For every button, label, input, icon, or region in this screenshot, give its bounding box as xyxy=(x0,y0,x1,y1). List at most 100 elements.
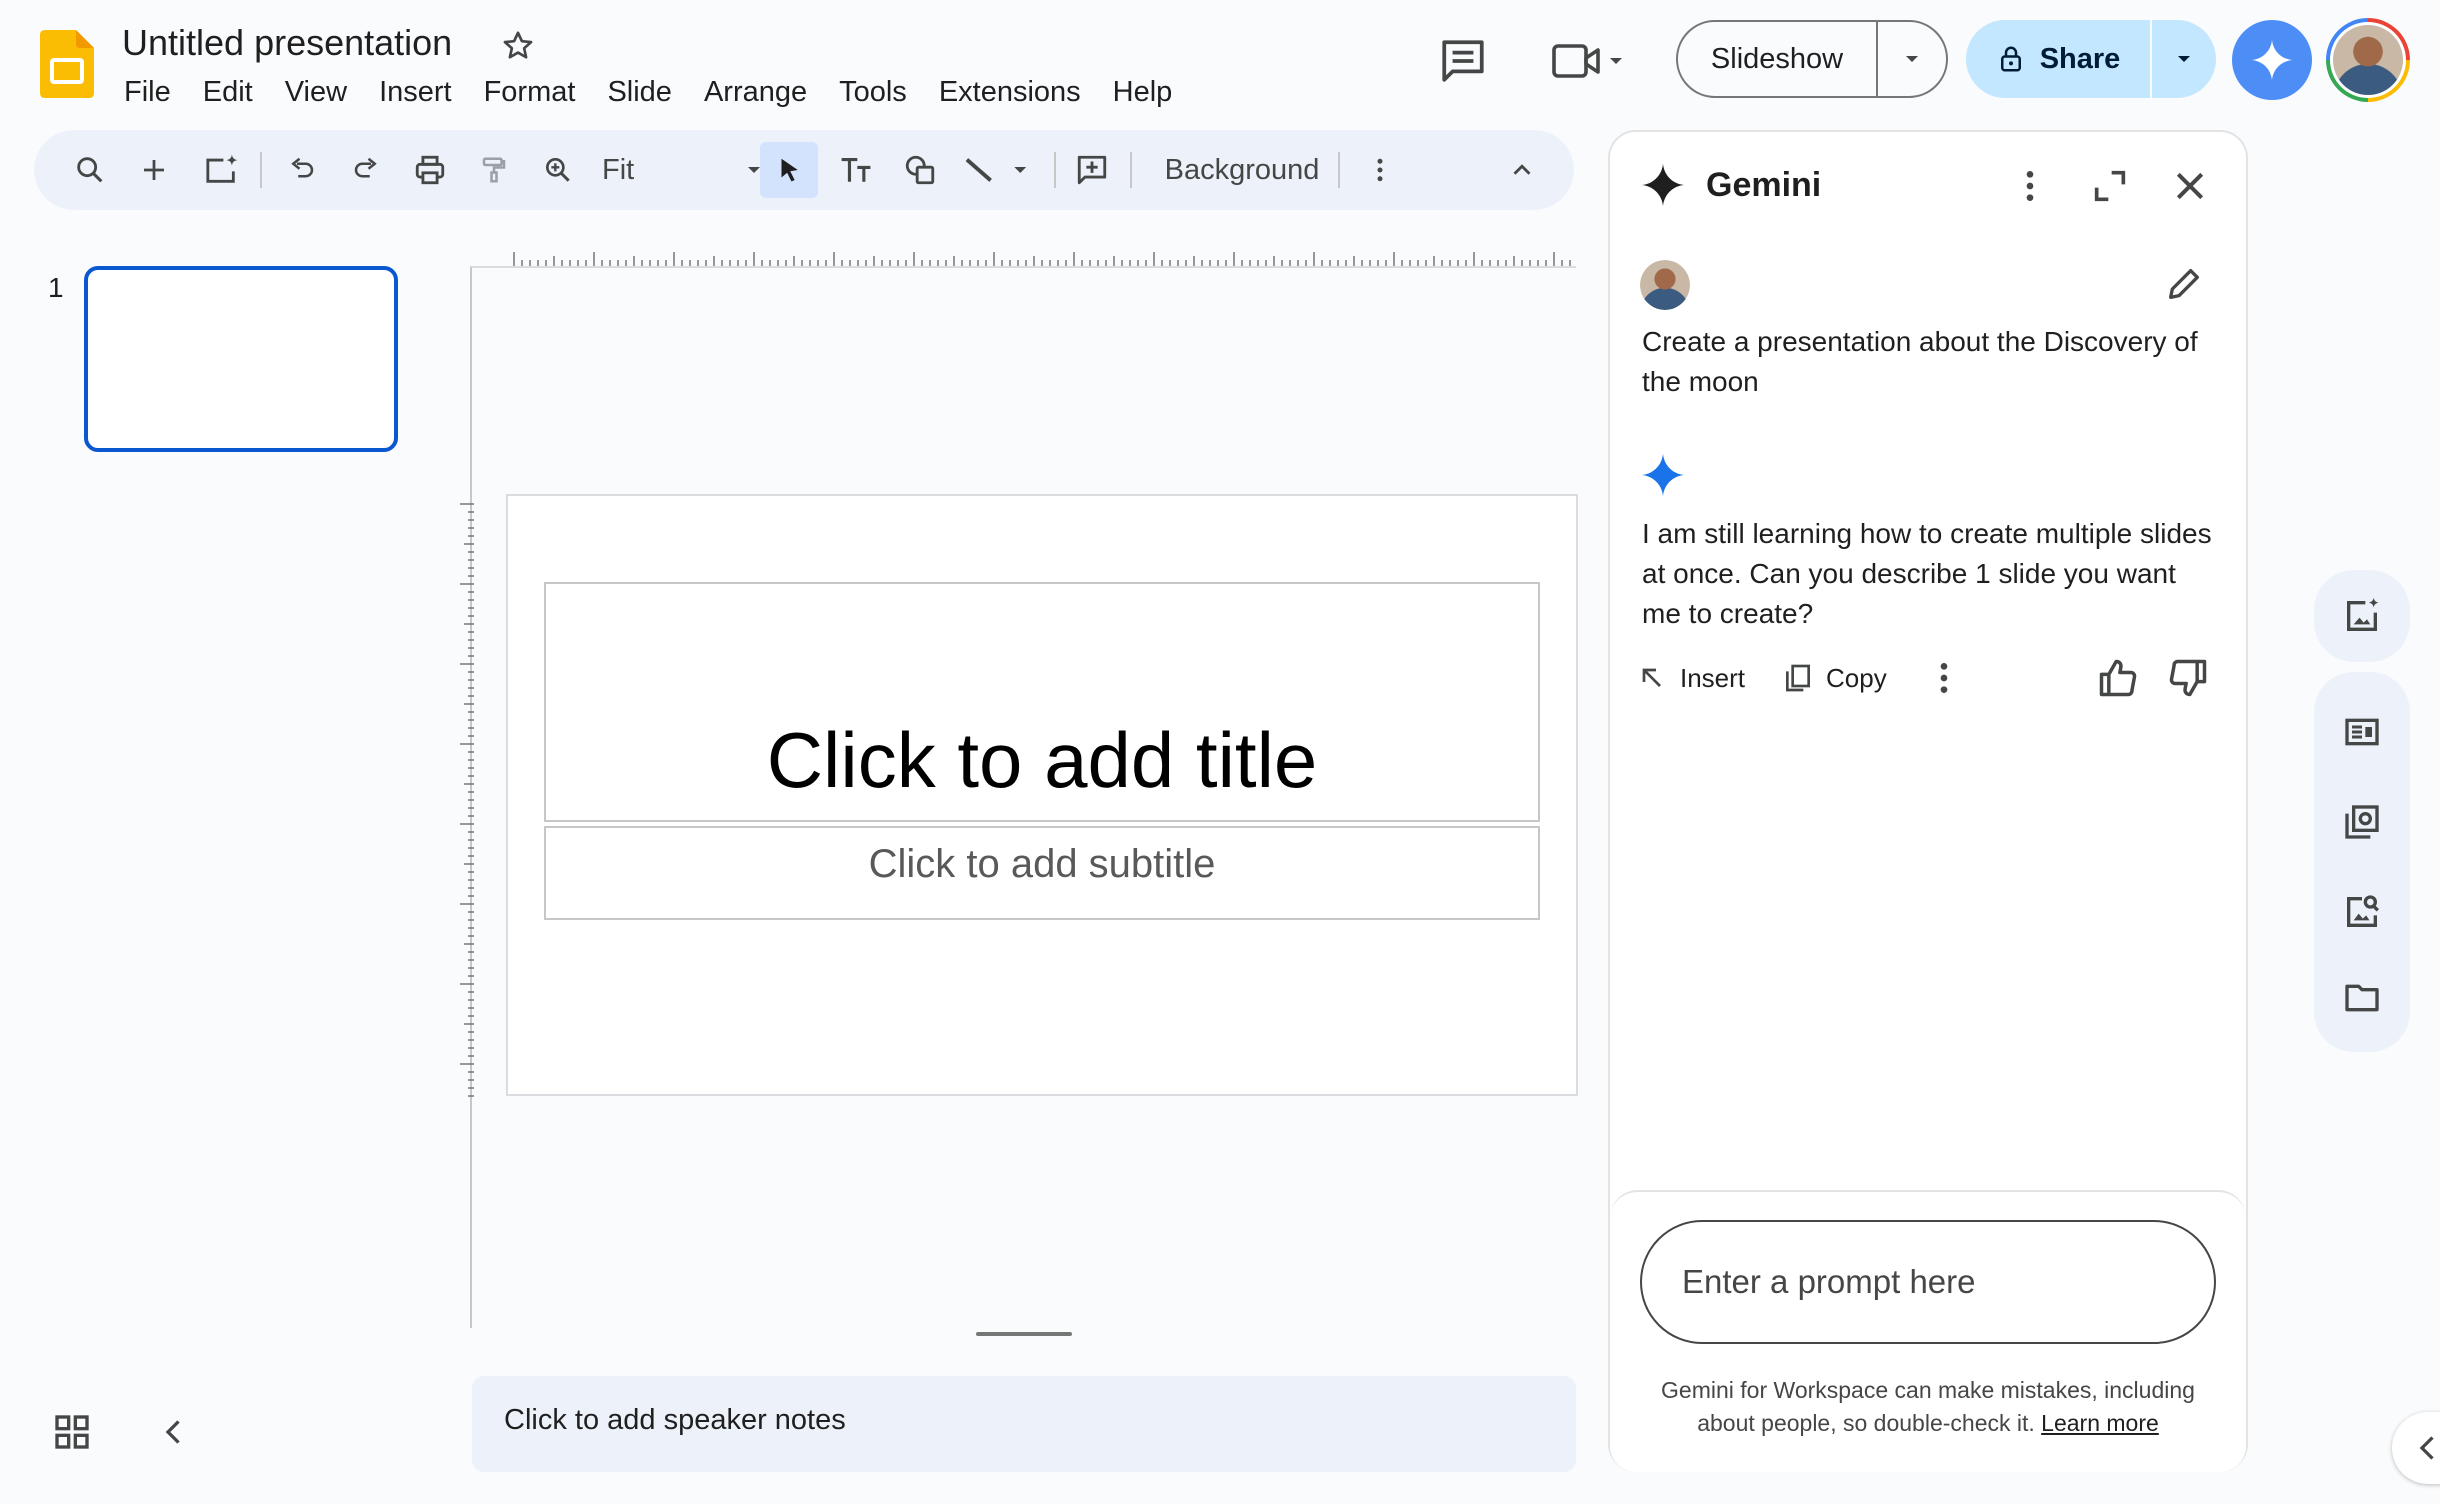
edit-prompt-button[interactable] xyxy=(2164,264,2204,304)
background-button[interactable]: Background xyxy=(1142,130,1342,210)
insert-response-button[interactable]: Insert xyxy=(1636,656,1745,700)
gemini-prompt-input[interactable] xyxy=(1640,1220,2216,1344)
gemini-expand-button[interactable] xyxy=(2090,166,2130,206)
generate-slide-button[interactable] xyxy=(192,130,252,210)
gemini-spark-icon xyxy=(1640,162,1686,208)
insert-label: Insert xyxy=(1680,662,1746,693)
print-button[interactable] xyxy=(402,130,458,210)
copy-icon xyxy=(1786,664,1810,692)
chevron-left-icon xyxy=(2419,1436,2434,1460)
shapes-icon xyxy=(905,155,935,185)
menu-tools[interactable]: Tools xyxy=(823,70,923,114)
speaker-notes[interactable]: Click to add speaker notes xyxy=(472,1376,1576,1472)
slide-thumbnail[interactable] xyxy=(84,266,398,452)
slides-logo[interactable] xyxy=(40,30,94,98)
side-panel-toggle[interactable] xyxy=(2392,1412,2440,1484)
slideshow-label[interactable]: Slideshow xyxy=(1678,22,1878,96)
copy-label: Copy xyxy=(1826,662,1887,693)
menu-format[interactable]: Format xyxy=(468,70,592,114)
caret-down-icon xyxy=(2178,56,2190,62)
meet-button[interactable] xyxy=(1550,38,1630,84)
zoom-button[interactable] xyxy=(530,130,586,210)
side-rail xyxy=(2314,672,2410,1052)
collapse-filmstrip-button[interactable] xyxy=(156,1414,192,1450)
gemini-disclaimer: Gemini for Workspace can make mistakes, … xyxy=(1640,1374,2216,1440)
menu-edit[interactable]: Edit xyxy=(187,70,269,114)
menu-file[interactable]: File xyxy=(108,70,187,114)
account-avatar[interactable] xyxy=(2326,18,2410,102)
menu-help[interactable]: Help xyxy=(1097,70,1189,114)
zoom-in-icon xyxy=(546,158,570,182)
menu-slide[interactable]: Slide xyxy=(591,70,688,114)
line-tool-button[interactable] xyxy=(956,130,1046,210)
zoom-value: Fit xyxy=(602,153,635,186)
user-prompt-text: Create a presentation about the Discover… xyxy=(1642,326,2198,397)
zoom-select[interactable]: Fit xyxy=(594,130,774,210)
gemini-spark-icon xyxy=(2251,39,2293,81)
paint-format-button[interactable] xyxy=(466,130,522,210)
comment-icon xyxy=(1442,40,1484,82)
menu-extensions[interactable]: Extensions xyxy=(923,70,1097,114)
menu-insert[interactable]: Insert xyxy=(363,70,468,114)
menu-bar: File Edit View Insert Format Slide Arran… xyxy=(108,70,1188,114)
response-more-button[interactable] xyxy=(1924,658,1964,698)
slideshow-dropdown[interactable] xyxy=(1878,22,1946,96)
notes-resize-handle[interactable] xyxy=(976,1332,1072,1336)
close-icon xyxy=(2176,172,2204,200)
share-dropdown[interactable] xyxy=(2152,47,2216,71)
slides-layout-icon xyxy=(2345,718,2379,746)
share-button[interactable]: Share xyxy=(1966,20,2216,98)
thumb-up-icon xyxy=(2099,659,2137,697)
chevron-left-icon xyxy=(165,1420,180,1444)
rail-drive-button[interactable] xyxy=(2342,978,2382,1018)
share-main[interactable]: Share xyxy=(1966,20,2152,98)
more-vert-icon xyxy=(1377,158,1383,182)
copy-response-button[interactable]: Copy xyxy=(1782,656,1887,700)
user-avatar xyxy=(1640,260,1690,310)
learn-more-link[interactable]: Learn more xyxy=(2041,1410,2159,1436)
search-menus-button[interactable] xyxy=(62,130,118,210)
new-slide-button[interactable] xyxy=(126,130,182,210)
document-title[interactable]: Untitled presentation xyxy=(122,22,452,64)
subtitle-placeholder[interactable]: Click to add subtitle xyxy=(544,826,1540,920)
undo-button[interactable] xyxy=(274,130,330,210)
grid-view-button[interactable] xyxy=(52,1412,92,1452)
folder-icon xyxy=(2345,984,2379,1012)
more-options-button[interactable] xyxy=(1352,130,1408,210)
paint-roller-icon xyxy=(482,157,506,183)
good-response-button[interactable] xyxy=(2096,656,2140,700)
text-box-button[interactable] xyxy=(828,130,884,210)
cursor-arrow-icon xyxy=(781,158,798,182)
gemini-close-button[interactable] xyxy=(2170,166,2210,206)
shape-button[interactable] xyxy=(892,130,948,210)
gemini-button[interactable] xyxy=(2232,20,2312,100)
share-label: Share xyxy=(2039,42,2121,75)
rail-photos-button[interactable] xyxy=(2342,802,2382,842)
generate-image-button[interactable] xyxy=(2342,596,2382,636)
search-icon xyxy=(77,157,103,183)
star-icon[interactable] xyxy=(500,28,536,64)
add-comment-icon xyxy=(1077,155,1107,185)
slideshow-button[interactable]: Slideshow xyxy=(1676,20,1948,98)
add-slide-spark-icon xyxy=(206,154,238,183)
menu-view[interactable]: View xyxy=(269,70,363,114)
vertical-ruler xyxy=(460,503,474,1097)
title-placeholder-text: Click to add title xyxy=(766,716,1318,804)
grid-view-icon xyxy=(55,1415,89,1449)
select-tool-button[interactable] xyxy=(760,142,818,198)
print-icon xyxy=(415,155,445,185)
comment-history-button[interactable] xyxy=(1438,36,1488,86)
hide-menus-button[interactable] xyxy=(1494,130,1550,210)
title-placeholder[interactable]: Click to add title xyxy=(544,582,1540,822)
background-label: Background xyxy=(1164,153,1320,186)
lock-icon xyxy=(2000,46,2021,72)
rail-slides-button[interactable] xyxy=(2342,712,2382,752)
menu-arrange[interactable]: Arrange xyxy=(688,70,823,114)
insert-comment-button[interactable] xyxy=(1064,130,1120,210)
undo-icon xyxy=(291,157,314,178)
redo-button[interactable] xyxy=(338,130,394,210)
subtitle-placeholder-text: Click to add subtitle xyxy=(868,842,1216,886)
rail-image-search-button[interactable] xyxy=(2342,892,2382,932)
gemini-more-button[interactable] xyxy=(2010,166,2050,206)
bad-response-button[interactable] xyxy=(2166,656,2210,700)
